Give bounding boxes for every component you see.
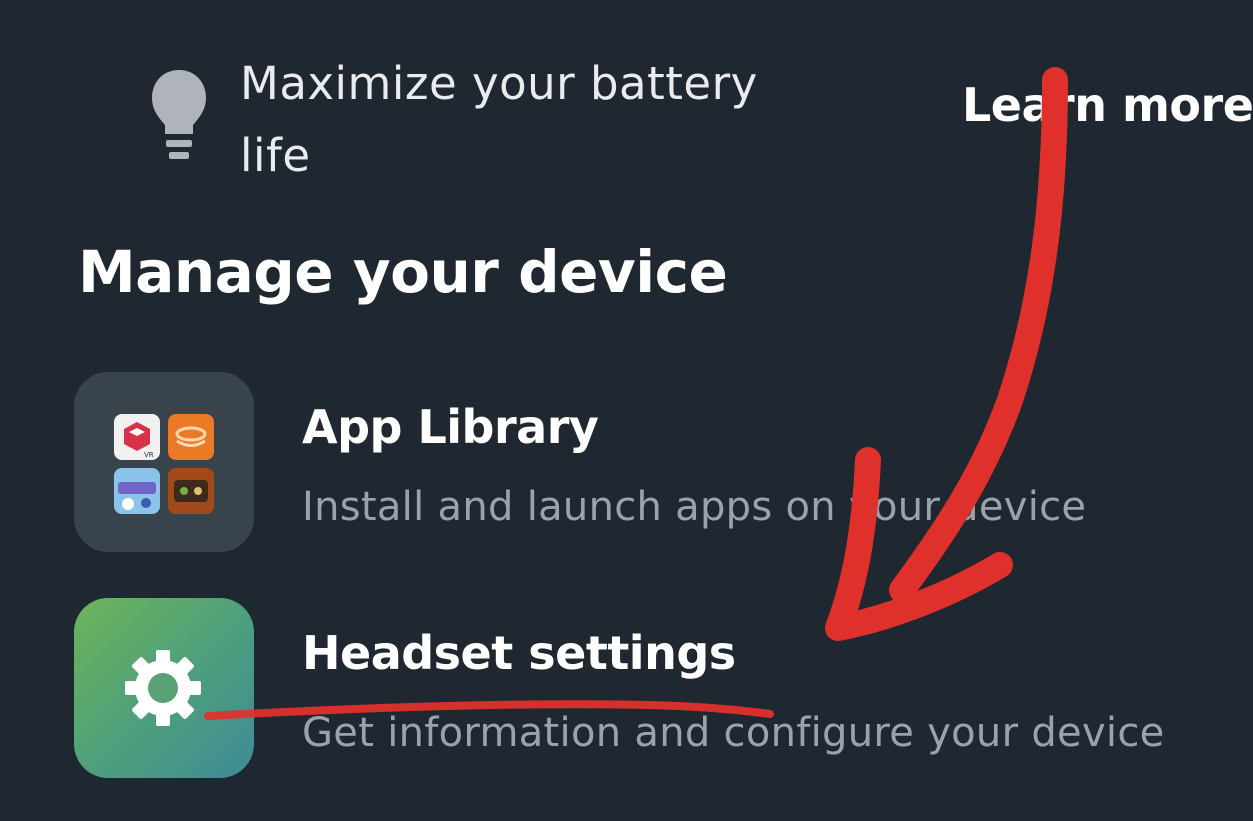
app-thumbnails-grid: VR: [114, 414, 214, 514]
layers-app-thumbnail: [168, 414, 214, 460]
battery-tip: Maximize your battery life: [150, 40, 850, 190]
app-library-item[interactable]: VR App Library Install and launch apps o…: [74, 372, 1224, 552]
manage-device-screen: Maximize your battery life Learn more Ma…: [0, 0, 1253, 821]
game-app-thumbnail: [114, 468, 160, 514]
app-library-description: Install and launch apps on your device: [302, 484, 1087, 530]
app-library-icon: VR: [74, 372, 254, 552]
svg-text:VR: VR: [144, 451, 154, 459]
section-title: Manage your device: [78, 238, 728, 306]
headset-settings-title: Headset settings: [302, 626, 736, 680]
headset-settings-tile: [74, 598, 254, 778]
vr-app-thumbnail: VR: [114, 414, 160, 460]
gear-icon: [125, 650, 201, 726]
headset-settings-description: Get information and configure your devic…: [302, 710, 1165, 756]
learn-more-link[interactable]: Learn more: [962, 78, 1253, 132]
battery-tip-text: Maximize your battery life: [240, 57, 758, 182]
lightbulb-icon: [152, 70, 206, 159]
headset-settings-item[interactable]: Headset settings Get information and con…: [74, 598, 1224, 778]
adventure-app-thumbnail: [168, 468, 214, 514]
app-library-title: App Library: [302, 400, 599, 454]
